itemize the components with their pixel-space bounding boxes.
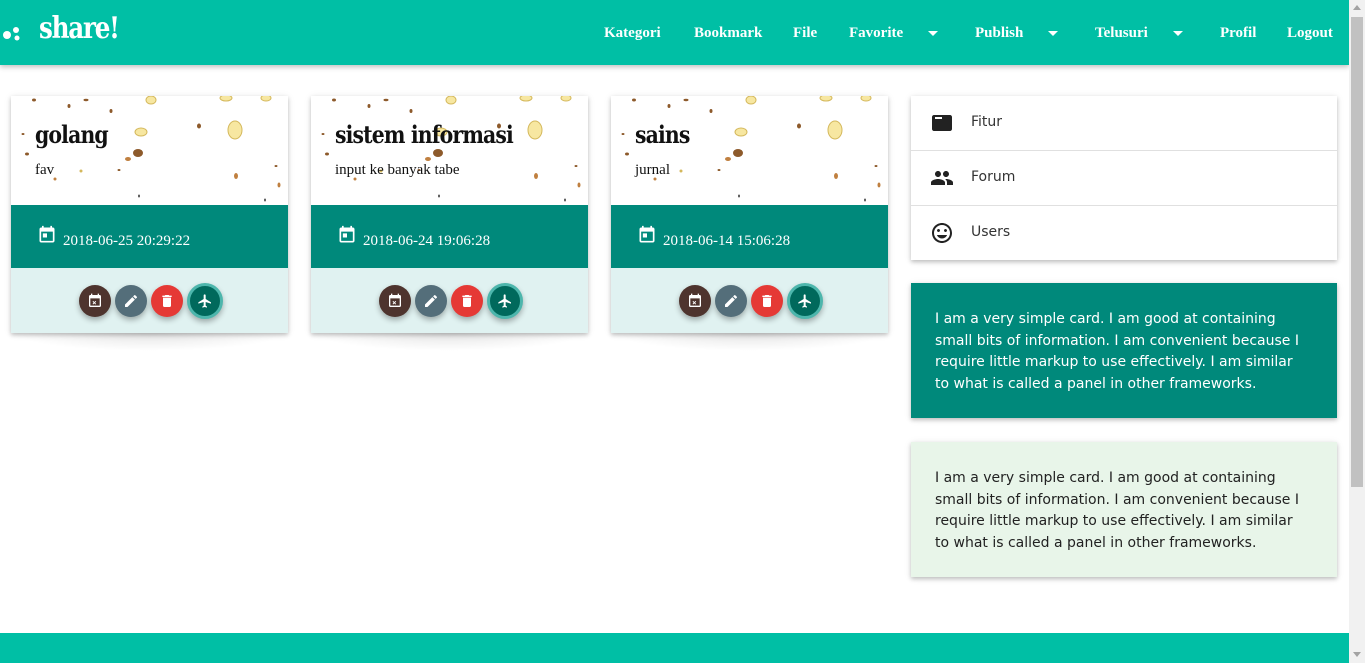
chevron-down-icon — [1048, 31, 1058, 36]
card-actions — [611, 268, 888, 333]
unschedule-button[interactable] — [379, 285, 411, 317]
calendar-icon — [339, 225, 355, 243]
card-description: fav — [35, 162, 55, 178]
trash-icon — [462, 295, 472, 307]
sidebar-list: Fitur Forum Users — [911, 96, 1337, 260]
scroll-down-arrow-icon[interactable] — [1353, 652, 1361, 657]
trash-icon — [762, 295, 772, 307]
edit-button[interactable] — [115, 285, 147, 317]
info-card-text: I am a very simple card. I am good at co… — [935, 311, 1299, 393]
info-card-teal: I am a very simple card. I am good at co… — [911, 283, 1337, 418]
nav-favorite-label: Favorite — [849, 25, 904, 41]
nav-profil[interactable]: Profil — [1220, 24, 1256, 42]
brand-title[interactable]: share! — [39, 11, 120, 46]
card-title[interactable]: golang — [35, 120, 109, 149]
card-header: sistem informasi input ke banyak tabe — [311, 96, 588, 205]
card-shadow — [611, 333, 888, 351]
edit-button[interactable] — [415, 285, 447, 317]
nav-bookmark[interactable]: Bookmark — [694, 24, 762, 42]
trash-icon — [162, 295, 172, 307]
post-card-golang: golang fav 2018-06-25 20:29:22 — [11, 96, 288, 333]
pencil-icon — [725, 294, 738, 307]
chevron-down-icon — [928, 31, 938, 36]
info-card-light: I am a very simple card. I am good at co… — [911, 442, 1337, 577]
card-date: 2018-06-14 15:06:28 — [663, 233, 791, 249]
scroll-up-arrow-icon[interactable] — [1353, 5, 1361, 10]
pencil-icon — [125, 294, 138, 307]
delete-button[interactable] — [451, 285, 483, 317]
top-navbar: share! Kategori Bookmark File Favorite P… — [0, 0, 1349, 65]
post-card-sains: sains jurnal 2018-06-14 15:06:28 — [611, 96, 888, 333]
airplane-icon — [498, 294, 511, 308]
nav-telusuri[interactable]: Telusuri — [1095, 24, 1183, 42]
publish-button[interactable] — [787, 283, 823, 319]
edit-button[interactable] — [715, 285, 747, 317]
calendar-remove-icon — [389, 293, 401, 307]
nav-telusuri-label: Telusuri — [1095, 25, 1148, 41]
delete-button[interactable] — [751, 285, 783, 317]
publish-button[interactable] — [187, 283, 223, 319]
pencil-icon — [425, 294, 438, 307]
nav-kategori[interactable]: Kategori — [604, 24, 661, 42]
sidebar-item-label: Forum — [971, 169, 1016, 185]
card-header: sains jurnal — [611, 96, 888, 205]
card-date: 2018-06-24 19:06:28 — [363, 233, 491, 249]
chevron-down-icon — [1173, 31, 1183, 36]
card-description: input ke banyak tabe — [335, 162, 460, 178]
post-card-sistem-informasi: sistem informasi input ke banyak tabe 20… — [311, 96, 588, 333]
calendar-remove-icon — [89, 293, 101, 307]
nav-file[interactable]: File — [793, 24, 817, 42]
info-card-text: I am a very simple card. I am good at co… — [935, 470, 1299, 552]
unschedule-button[interactable] — [679, 285, 711, 317]
confetti-pattern — [611, 96, 888, 205]
nav-logout[interactable]: Logout — [1287, 24, 1333, 42]
airplane-icon — [798, 294, 811, 308]
sidebar-item-label: Fitur — [971, 114, 1003, 130]
smiley-icon — [932, 223, 952, 243]
delete-button[interactable] — [151, 285, 183, 317]
sidebar-item-fitur[interactable]: Fitur — [911, 96, 1337, 151]
nav-publish[interactable]: Publish — [975, 24, 1058, 42]
card-date-band: 2018-06-14 15:06:28 — [611, 205, 888, 268]
card-shadow — [11, 333, 288, 351]
card-actions — [11, 268, 288, 333]
people-icon — [931, 171, 953, 185]
scrollbar-thumb[interactable] — [1351, 17, 1363, 487]
confetti-pattern — [11, 96, 288, 205]
card-actions — [311, 268, 588, 333]
unschedule-button[interactable] — [79, 285, 111, 317]
card-date-band: 2018-06-25 20:29:22 — [11, 205, 288, 268]
brand-logo-icon — [3, 27, 20, 41]
card-title[interactable]: sains — [635, 120, 690, 149]
card-header: golang fav — [11, 96, 288, 205]
sidebar-item-label: Users — [971, 224, 1011, 240]
nav-favorite[interactable]: Favorite — [849, 24, 938, 42]
calendar-remove-icon — [689, 293, 701, 307]
page-footer — [0, 633, 1349, 663]
sidebar-item-users[interactable]: Users — [911, 206, 1337, 261]
card-title[interactable]: sistem informasi — [335, 120, 514, 149]
airplane-icon — [198, 294, 211, 308]
card-shadow — [311, 333, 588, 351]
card-description: jurnal — [635, 162, 670, 178]
web-asset-icon — [932, 115, 952, 131]
calendar-icon — [39, 225, 55, 243]
publish-button[interactable] — [487, 283, 523, 319]
calendar-icon — [639, 225, 655, 243]
nav-publish-label: Publish — [975, 25, 1024, 41]
card-date: 2018-06-25 20:29:22 — [63, 233, 191, 249]
card-date-band: 2018-06-24 19:06:28 — [311, 205, 588, 268]
sidebar-item-forum[interactable]: Forum — [911, 151, 1337, 206]
confetti-pattern — [311, 96, 588, 205]
